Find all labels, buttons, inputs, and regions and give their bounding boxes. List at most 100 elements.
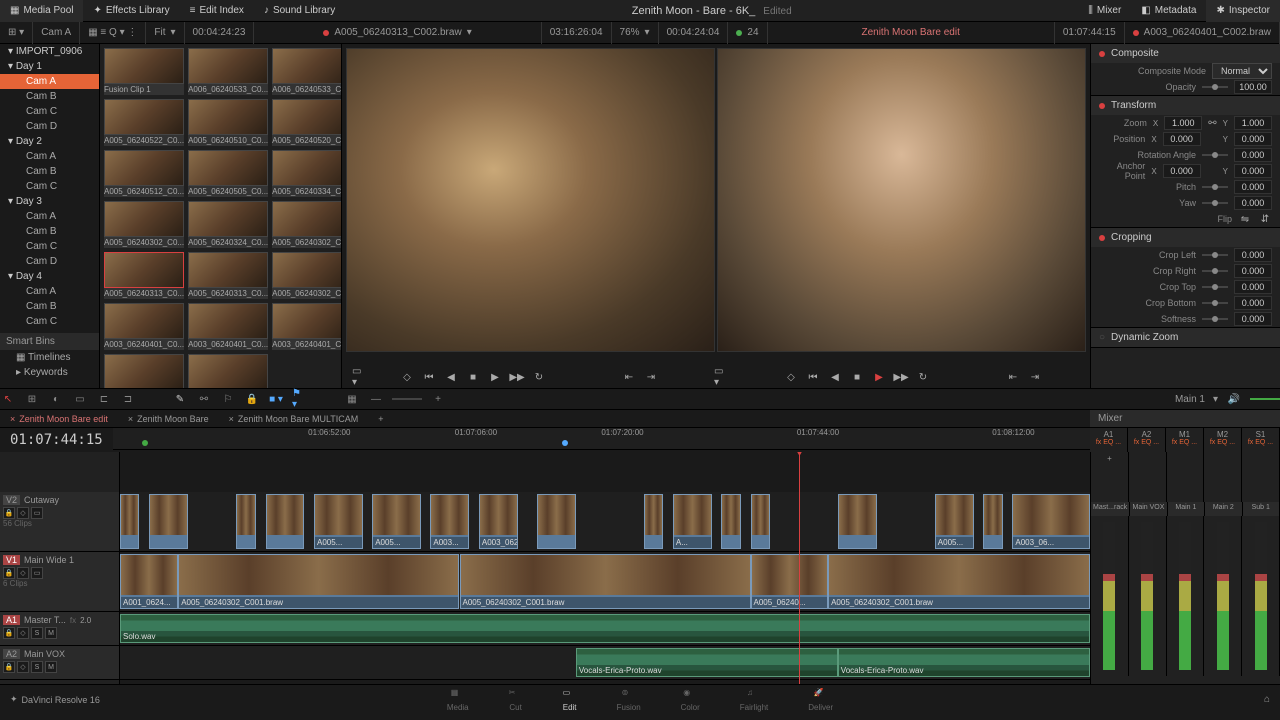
bin-d3c[interactable]: Cam C (0, 239, 99, 254)
bin-d3a[interactable]: Cam A (0, 209, 99, 224)
tl-zoom-slider[interactable] (392, 398, 422, 400)
bin-import[interactable]: ▾ IMPORT_0906 (0, 44, 99, 59)
mx-slot-s1[interactable] (1242, 452, 1280, 502)
soft-slider[interactable] (1202, 318, 1228, 320)
flip-v-icon[interactable]: ⇵ (1258, 212, 1272, 226)
clip-v2-5[interactable]: A005... (314, 494, 363, 549)
clip-v1-3[interactable]: A005_06240302_C001.braw (460, 554, 751, 609)
rec-stop[interactable]: ■ (850, 370, 864, 384)
clip-v2-9[interactable] (537, 494, 576, 549)
thumb-5[interactable]: A005_06240520_C0... (272, 99, 342, 146)
a2-lock[interactable]: 🔒 (3, 661, 15, 673)
lock-icon[interactable]: 🔒 (244, 391, 260, 407)
effects-lib-btn[interactable]: ✦Effects Library (83, 0, 179, 22)
nav-fairlight[interactable]: ♫Fairlight (740, 688, 768, 712)
nav-color[interactable]: ◉Color (681, 688, 700, 712)
rec-out[interactable]: ⇥ (1028, 370, 1042, 384)
thumb-3[interactable]: A005_06240522_C0... (104, 99, 184, 146)
opacity-field[interactable] (1234, 80, 1272, 94)
thumb-18[interactable] (104, 354, 184, 388)
thumb-6[interactable]: A005_06240512_C0... (104, 150, 184, 197)
mixer-btn[interactable]: ⫼Mixer (1078, 0, 1131, 22)
sb-timelines[interactable]: ▦ Timelines (0, 350, 99, 365)
rec-prev[interactable]: ⏮ (806, 370, 820, 384)
insert-tool[interactable]: ⊏ (96, 391, 112, 407)
a1-header[interactable]: A1Master T...fx2.0 🔒◇SM (0, 612, 119, 646)
clip-v2-8[interactable]: A003_062403... (479, 494, 518, 549)
vol-slider[interactable] (1250, 398, 1280, 400)
thumb-2[interactable]: A006_06240533_C0... (272, 48, 342, 95)
pos-x[interactable] (1163, 132, 1201, 146)
yaw-slider[interactable] (1202, 202, 1228, 204)
sound-lib-btn[interactable]: ♪Sound Library (254, 0, 345, 22)
link-icon[interactable]: ⚯ (1208, 118, 1216, 129)
ct-slider[interactable] (1202, 286, 1228, 288)
clip-v2-2[interactable] (149, 494, 188, 549)
link-icon[interactable]: ⚯ (196, 391, 212, 407)
bin-day4[interactable]: ▾ Day 4 (0, 269, 99, 284)
clip-v2-7[interactable]: A003... (430, 494, 469, 549)
dynzoom-header[interactable]: ○Dynamic Zoom (1091, 328, 1280, 347)
source-frame[interactable] (346, 48, 715, 352)
bin-day2[interactable]: ▾ Day 2 (0, 134, 99, 149)
v1-header[interactable]: V1Main Wide 1 🔒◇▭ 6 Clips (0, 552, 119, 612)
v1-disable[interactable]: ▭ (31, 567, 43, 579)
cropping-header[interactable]: Cropping (1091, 228, 1280, 247)
rot-slider[interactable] (1202, 154, 1228, 156)
timeline-ruler[interactable]: 01:06:52:00 01:07:06:00 01:07:20:00 01:0… (113, 428, 1090, 450)
bin-d3d[interactable]: Cam D (0, 254, 99, 269)
sb-keywords[interactable]: ▸ Keywords (0, 365, 99, 380)
pool-tools[interactable]: ▦ ≡ Q ▾ ⋮ (80, 22, 146, 44)
a2-solo[interactable]: S (31, 661, 43, 673)
metadata-btn[interactable]: ◧Metadata (1131, 0, 1206, 22)
home-icon[interactable]: ⌂ (1264, 694, 1270, 705)
v2-header[interactable]: V2Cutaway 🔒◇▭ 56 Clips (0, 492, 119, 552)
nav-fusion[interactable]: ⊚Fusion (617, 688, 641, 712)
zoom-in-icon[interactable]: + (430, 391, 446, 407)
src-mode-icon[interactable]: ▭ ▾ (352, 370, 366, 384)
a1-mute[interactable]: M (45, 627, 57, 639)
bin-day3[interactable]: ▾ Day 3 (0, 194, 99, 209)
clip-v2-16[interactable] (983, 494, 1002, 549)
record-viewer[interactable] (717, 48, 1086, 352)
v2-disable[interactable]: ▭ (31, 507, 43, 519)
bin-d2c[interactable]: Cam C (0, 179, 99, 194)
bin-camc[interactable]: Cam C (0, 104, 99, 119)
nav-edit[interactable]: ▭Edit (563, 688, 577, 712)
overwrite-tool[interactable]: ⊐ (120, 391, 136, 407)
thumb-1[interactable]: A006_06240533_C0... (188, 48, 268, 95)
zoom-pct[interactable]: 76% ▾ (612, 22, 659, 44)
nav-deliver[interactable]: 🚀Deliver (808, 688, 833, 712)
clip-v2-1[interactable] (120, 494, 139, 549)
mx-slot-m2[interactable] (1204, 452, 1242, 502)
composite-header[interactable]: Composite (1091, 44, 1280, 63)
a2-header[interactable]: A2Main VOX 🔒◇SM (0, 646, 119, 680)
thumb-10[interactable]: A005_06240324_C0... (188, 201, 268, 248)
rec-mode[interactable]: ▭ ▾ (714, 370, 728, 384)
src-step-back[interactable]: ◀ (444, 370, 458, 384)
clip-a1[interactable]: Solo.wav (120, 614, 1090, 643)
thumb-7[interactable]: A005_06240505_C0... (188, 150, 268, 197)
anchor-x[interactable] (1163, 164, 1201, 178)
thumb-0[interactable]: Fusion Clip 1 (104, 48, 184, 95)
media-pool-btn[interactable]: ▦Media Pool (0, 0, 83, 22)
breadcrumb-cam[interactable]: Cam A (33, 22, 80, 44)
bin-day1[interactable]: ▾ Day 1 (0, 59, 99, 74)
anchor-y[interactable] (1234, 164, 1272, 178)
cb-field[interactable] (1234, 296, 1272, 310)
src-prev-edit[interactable]: ⏮ (422, 370, 436, 384)
nav-cut[interactable]: ✂Cut (509, 688, 523, 712)
ct-field[interactable] (1234, 280, 1272, 294)
thumb-11[interactable]: A005_06240302_C0... (272, 201, 342, 248)
pitch-slider[interactable] (1202, 186, 1228, 188)
tab-2[interactable]: × Zenith Moon Bare (118, 412, 219, 426)
pool-view-controls[interactable]: ⊞ ▾ (0, 22, 33, 44)
flip-h-icon[interactable]: ⇋ (1238, 212, 1252, 226)
clip-v1-4[interactable]: A005_06240... (751, 554, 829, 609)
a1-lock[interactable]: 🔒 (3, 627, 15, 639)
clip-v2-3[interactable] (236, 494, 255, 549)
a2-mute[interactable]: M (45, 661, 57, 673)
clip-a2-2[interactable]: Vocals-Erica-Proto.wav (838, 648, 1090, 677)
inspector-btn[interactable]: ✱Inspector (1206, 0, 1280, 22)
v2-track[interactable]: A005... A005... A003... A003_062403... A… (120, 492, 1090, 552)
